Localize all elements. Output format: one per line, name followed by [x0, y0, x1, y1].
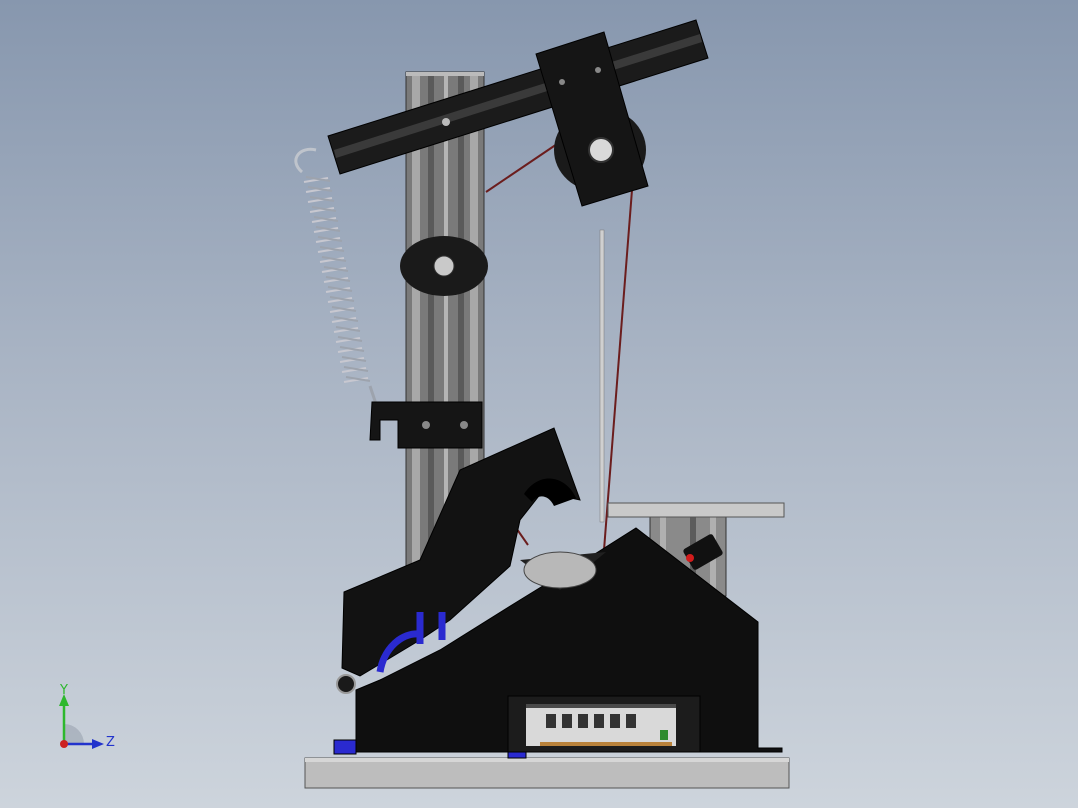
x-axis-dot [60, 740, 68, 748]
y-axis-label: Y [59, 684, 68, 698]
pivot-knob[interactable] [336, 674, 356, 694]
assembly-model[interactable] [0, 0, 1078, 808]
guide-rod[interactable] [599, 229, 605, 523]
middle-pulley[interactable] [400, 236, 488, 296]
z-axis-label: Z [106, 735, 115, 750]
tension-spring[interactable] [294, 147, 378, 405]
spring-bracket[interactable] [369, 401, 483, 449]
base-plate[interactable] [304, 757, 790, 789]
cad-viewport[interactable]: Y Z [0, 0, 1078, 808]
top-rail[interactable] [327, 19, 709, 175]
electronics-window[interactable] [507, 695, 701, 753]
coordinate-triad: Y Z [59, 684, 115, 750]
